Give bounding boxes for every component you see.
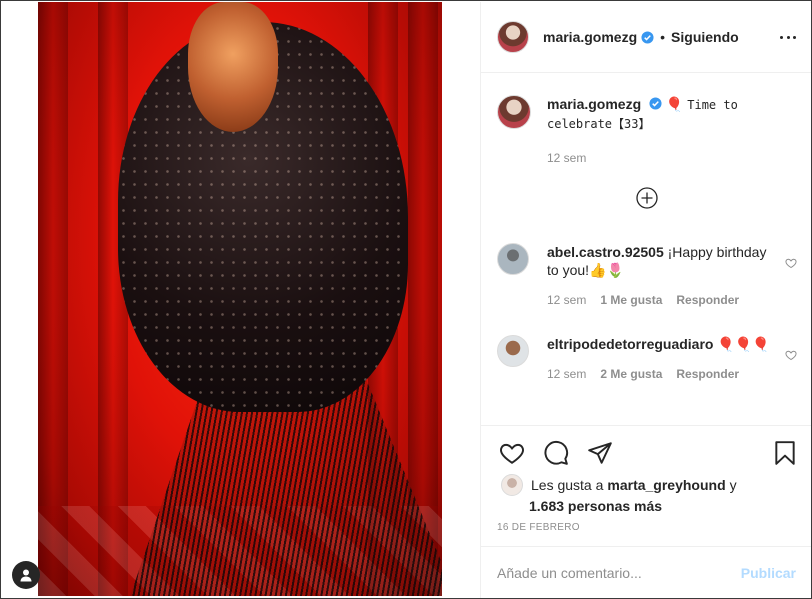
caption-time[interactable]: 12 sem [547, 149, 586, 167]
verified-badge-icon [649, 97, 662, 110]
commenter-avatar[interactable] [497, 243, 529, 275]
heart-icon[interactable] [499, 440, 525, 466]
comment-reply-button[interactable]: Responder [676, 291, 739, 309]
comment-item: abel.castro.92505 ¡Happy birthday to you… [497, 243, 797, 309]
post-side-panel: maria.gomezg • Siguiendo maria.gomezg 🎈 … [480, 2, 811, 598]
comment-username[interactable]: eltripodedetorreguadiaro [547, 336, 713, 352]
media-panel [2, 2, 480, 598]
comment-meta: 12 sem 1 Me gusta Responder [547, 291, 775, 309]
share-icon[interactable] [587, 440, 613, 466]
caption-emoji: 🎈 [665, 96, 684, 112]
comment-meta: 12 sem 2 Me gusta Responder [547, 365, 775, 383]
likes-connector: y [729, 477, 737, 493]
likes-others[interactable]: 1.683 personas más [501, 496, 801, 516]
caption-meta: 12 sem [547, 149, 775, 167]
comment-time[interactable]: 12 sem [547, 291, 586, 309]
bookmark-icon[interactable] [772, 440, 798, 466]
comment-likes[interactable]: 1 Me gusta [600, 291, 662, 309]
add-comment-bar: Añade un comentario... Publicar [481, 546, 811, 598]
header-separator: • [660, 29, 666, 45]
comment-input[interactable]: Añade un comentario... [497, 565, 741, 581]
comment-body: eltripodedetorreguadiaro 🎈🎈🎈 12 sem 2 Me… [547, 335, 775, 383]
comments-list: maria.gomezg 🎈 Time to celebrate【33】 12 … [481, 73, 811, 425]
photo-hair [188, 2, 278, 132]
liker-avatar[interactable] [501, 474, 523, 496]
comment-reply-button[interactable]: Responder [676, 365, 739, 383]
comment-username[interactable]: abel.castro.92505 [547, 244, 664, 260]
likes-summary: Les gusta a marta_greyhound y 1.683 pers… [501, 474, 801, 516]
author-avatar[interactable] [497, 95, 531, 129]
caption-username[interactable]: maria.gomezg [547, 96, 641, 112]
comment-likes[interactable]: 2 Me gusta [600, 365, 662, 383]
caption-body: maria.gomezg 🎈 Time to celebrate【33】 12 … [547, 95, 775, 167]
comment-text: 🎈🎈🎈 [717, 336, 770, 352]
comment-body: abel.castro.92505 ¡Happy birthday to you… [547, 243, 775, 309]
author-avatar[interactable] [497, 21, 529, 53]
publish-button[interactable]: Publicar [741, 565, 796, 581]
commenter-avatar[interactable] [497, 335, 529, 367]
likes-prefix: Les gusta a [531, 477, 604, 493]
verified-badge-icon [641, 30, 654, 44]
comment-time[interactable]: 12 sem [547, 365, 586, 383]
author-username[interactable]: maria.gomezg [543, 29, 637, 45]
caption-item: maria.gomezg 🎈 Time to celebrate【33】 12 … [497, 95, 797, 167]
post-photo[interactable] [38, 2, 442, 596]
load-more-icon[interactable] [636, 187, 658, 209]
post-header: maria.gomezg • Siguiendo [481, 2, 811, 73]
follow-status-button[interactable]: Siguiendo [671, 29, 739, 45]
comment-like-heart-icon[interactable] [785, 349, 797, 361]
more-options-icon[interactable] [780, 29, 796, 45]
comment-item: eltripodedetorreguadiaro 🎈🎈🎈 12 sem 2 Me… [497, 335, 797, 383]
liker-username[interactable]: marta_greyhound [607, 475, 725, 495]
comment-icon[interactable] [543, 440, 569, 466]
comment-like-heart-icon[interactable] [785, 257, 797, 269]
profile-icon[interactable] [12, 561, 40, 589]
post-actions-bar [481, 425, 811, 475]
post-date[interactable]: 16 DE FEBRERO [497, 522, 580, 533]
post-modal: maria.gomezg • Siguiendo maria.gomezg 🎈 … [0, 0, 812, 599]
